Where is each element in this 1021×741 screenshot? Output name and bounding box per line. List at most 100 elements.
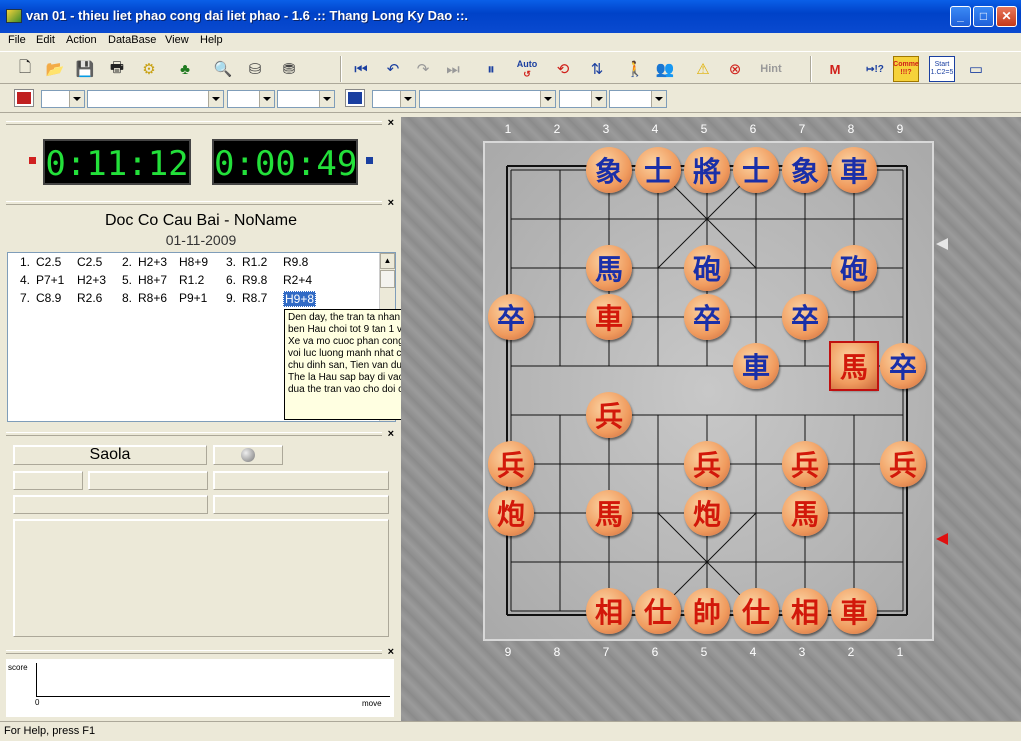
red-move[interactable]: R1.2 — [242, 255, 267, 269]
red-move[interactable]: H2+3 — [138, 255, 167, 269]
blue-piece[interactable]: 車 — [831, 147, 877, 193]
blue-piece[interactable]: 士 — [635, 147, 681, 193]
menu-help[interactable]: Help — [196, 33, 227, 50]
minimize-button[interactable]: _ — [950, 6, 971, 27]
last-move-icon[interactable]: ⏭ — [440, 56, 466, 82]
blue-engine-select[interactable] — [419, 90, 556, 108]
blue-move[interactable]: R9.8 — [283, 255, 308, 269]
annotate-icon[interactable]: ↦!? — [862, 56, 888, 82]
red-time-select[interactable] — [277, 90, 335, 108]
red-move[interactable]: R8.7 — [242, 291, 267, 305]
maximize-button[interactable]: □ — [973, 6, 994, 27]
blue-piece[interactable]: 車 — [733, 343, 779, 389]
flip-board-icon[interactable]: ⇅ — [584, 56, 610, 82]
walk-person-icon[interactable]: 🚶 — [622, 56, 648, 82]
pause-icon[interactable]: ⏸ — [478, 56, 504, 82]
close-panel-icon[interactable]: × — [388, 428, 394, 440]
blue-piece[interactable]: 卒 — [782, 294, 828, 340]
blue-piece[interactable]: 砲 — [684, 245, 730, 291]
red-piece[interactable]: 兵 — [488, 441, 534, 487]
current-move[interactable]: H9+8 — [283, 291, 317, 307]
red-move[interactable]: R8+6 — [138, 291, 167, 305]
print-icon[interactable]: 🖶 — [104, 56, 130, 82]
auto-play-button[interactable]: Auto ↺ — [514, 56, 540, 82]
red-piece[interactable]: 馬 — [782, 490, 828, 536]
red-move[interactable]: P7+1 — [36, 273, 64, 287]
blue-piece[interactable]: 馬 — [586, 245, 632, 291]
blue-piece[interactable]: 象 — [782, 147, 828, 193]
red-engine-select[interactable] — [87, 90, 224, 108]
red-piece[interactable]: 車 — [831, 588, 877, 634]
blue-piece[interactable]: 將 — [684, 147, 730, 193]
red-piece[interactable]: 仕 — [733, 588, 779, 634]
scroll-up-icon[interactable]: ▲ — [380, 253, 395, 269]
comment-button[interactable]: Comme !!!? — [893, 56, 919, 82]
window-icon[interactable]: ▭ — [963, 56, 989, 82]
blue-piece[interactable]: 卒 — [880, 343, 926, 389]
red-piece[interactable]: 兵 — [880, 441, 926, 487]
blue-move[interactable]: R1.2 — [179, 273, 204, 287]
red-piece[interactable]: 相 — [586, 588, 632, 634]
red-move[interactable]: R9.8 — [242, 273, 267, 287]
mark-move-icon[interactable]: M — [822, 56, 848, 82]
start-position-button[interactable]: Start 1.C2=5 — [929, 56, 955, 82]
red-option-select[interactable] — [227, 90, 275, 108]
red-move[interactable]: H8+7 — [138, 273, 167, 287]
database-icon[interactable]: ⛁ — [242, 56, 268, 82]
menu-database[interactable]: DataBase — [104, 33, 160, 50]
red-move[interactable]: C8.9 — [36, 291, 61, 305]
red-move[interactable]: C2.5 — [36, 255, 61, 269]
menu-edit[interactable]: Edit — [32, 33, 59, 50]
settings-gear-icon[interactable]: ⚙ — [136, 56, 162, 82]
hint-button[interactable]: Hint — [756, 56, 786, 82]
database-export-icon[interactable]: ⛃ — [276, 56, 302, 82]
blue-move[interactable]: R2+4 — [283, 273, 312, 287]
red-piece[interactable]: 仕 — [635, 588, 681, 634]
blue-move[interactable]: C2.5 — [77, 255, 102, 269]
players-icon[interactable]: 👥 — [652, 56, 678, 82]
scroll-thumb[interactable] — [380, 270, 395, 288]
blue-move[interactable]: H8+9 — [179, 255, 208, 269]
red-piece[interactable]: 相 — [782, 588, 828, 634]
open-folder-icon[interactable]: 📂 — [42, 56, 68, 82]
rotate-board-icon[interactable]: ⟲ — [550, 56, 576, 82]
search-icon[interactable]: 🔍 — [210, 56, 236, 82]
red-piece[interactable]: 馬 — [829, 341, 879, 391]
blue-option-select[interactable] — [559, 90, 607, 108]
close-button[interactable]: ✕ — [996, 6, 1017, 27]
red-piece[interactable]: 帥 — [684, 588, 730, 634]
blue-move[interactable]: P9+1 — [179, 291, 207, 305]
blue-piece[interactable]: 象 — [586, 147, 632, 193]
blue-level-select[interactable] — [372, 90, 416, 108]
menu-view[interactable]: View — [161, 33, 193, 50]
blue-move[interactable]: R2.6 — [77, 291, 102, 305]
red-piece[interactable]: 兵 — [782, 441, 828, 487]
save-disk-icon[interactable]: 💾 — [72, 56, 98, 82]
blue-time-select[interactable] — [609, 90, 667, 108]
stop-icon[interactable]: ⊗ — [722, 56, 748, 82]
red-piece[interactable]: 馬 — [586, 490, 632, 536]
menu-file[interactable]: File — [4, 33, 30, 50]
red-piece[interactable]: 炮 — [684, 490, 730, 536]
new-file-icon[interactable]: 🗋 — [12, 56, 38, 82]
close-panel-icon[interactable]: × — [388, 646, 394, 658]
blue-piece[interactable]: 士 — [733, 147, 779, 193]
close-panel-icon[interactable]: × — [388, 197, 394, 209]
redo-icon[interactable]: ↷ — [410, 56, 436, 82]
blue-move[interactable]: H2+3 — [77, 273, 106, 287]
red-piece[interactable]: 炮 — [488, 490, 534, 536]
blue-piece[interactable]: 卒 — [684, 294, 730, 340]
blue-piece[interactable]: 砲 — [831, 245, 877, 291]
red-piece[interactable]: 兵 — [684, 441, 730, 487]
first-move-icon[interactable]: ⏮ — [348, 56, 374, 82]
tree-icon[interactable]: ♣ — [172, 56, 198, 82]
blue-piece[interactable]: 卒 — [488, 294, 534, 340]
red-piece[interactable]: 兵 — [586, 392, 632, 438]
menu-action[interactable]: Action — [62, 33, 101, 50]
close-panel-icon[interactable]: × — [388, 117, 394, 129]
xiangqi-board[interactable] — [483, 141, 934, 641]
red-level-select[interactable] — [41, 90, 85, 108]
undo-icon[interactable]: ↶ — [380, 56, 406, 82]
red-piece[interactable]: 車 — [586, 294, 632, 340]
warning-icon[interactable]: ⚠ — [690, 56, 716, 82]
